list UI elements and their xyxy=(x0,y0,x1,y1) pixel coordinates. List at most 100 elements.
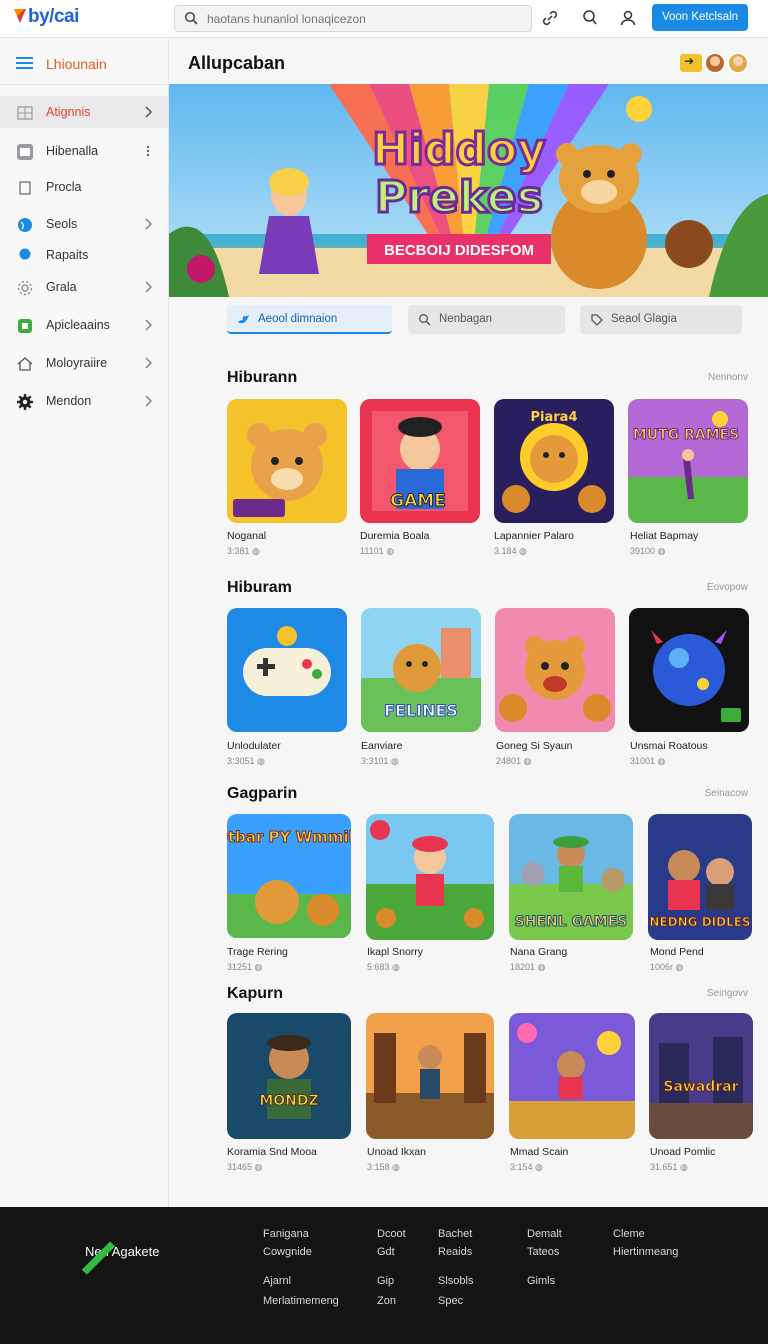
sidebar-item-atignnis[interactable]: Atignnis xyxy=(0,96,168,128)
gear-icon xyxy=(17,394,33,410)
footer-link[interactable]: Spec xyxy=(438,1295,463,1307)
filter-pill-nenbagan[interactable]: Nenbagan xyxy=(408,305,565,334)
game-tile[interactable]: FELINES xyxy=(361,608,481,732)
game-title[interactable]: Mmad Scain xyxy=(510,1146,568,1158)
primary-cta-button[interactable]: Voon Ketclsaln xyxy=(652,4,748,31)
sidebar-item-mendon[interactable]: Mendon xyxy=(0,385,168,417)
logo[interactable]: by/cai xyxy=(14,6,79,28)
avatar[interactable] xyxy=(727,52,749,74)
game-tile[interactable]: MUTG RAMES xyxy=(628,399,748,523)
filter-pill-seaol[interactable]: Seaol Glagia xyxy=(580,305,742,334)
footer-link[interactable]: Demalt xyxy=(527,1228,562,1240)
game-title[interactable]: Lapannier Palaro xyxy=(494,530,574,542)
sidebar-item-grala[interactable]: Grala xyxy=(0,271,168,303)
sidebar-item-procla[interactable]: Procla xyxy=(0,171,168,203)
sidebar-item-seols[interactable]: Seols xyxy=(0,208,168,240)
footer-link[interactable]: Fanigana xyxy=(263,1228,309,1240)
game-title[interactable]: Koramia Snd Mooa xyxy=(227,1146,317,1158)
footer-link[interactable]: Tateos xyxy=(527,1246,559,1258)
search-input[interactable] xyxy=(207,10,517,28)
game-title[interactable]: Eanviare xyxy=(361,740,402,752)
game-tile[interactable] xyxy=(227,399,347,523)
footer-link[interactable]: Merlatimemeng xyxy=(263,1295,339,1307)
footer-logo[interactable]: Nen Agakete xyxy=(81,1241,159,1275)
game-tile[interactable] xyxy=(366,814,494,940)
game-title[interactable]: Nana Grang xyxy=(510,946,567,958)
footer-link[interactable]: Slsobls xyxy=(438,1275,473,1287)
footer-link[interactable]: Ajarnl xyxy=(263,1275,291,1287)
game-title[interactable]: Duremia Boala xyxy=(360,530,429,542)
avatar[interactable] xyxy=(704,52,726,74)
footer-link[interactable]: Zon xyxy=(377,1295,396,1307)
game-meta: 11101 ◍ xyxy=(360,546,395,556)
game-tile[interactable] xyxy=(227,608,347,732)
game-tile[interactable]: NEDNG DIDLES xyxy=(648,814,752,940)
game-tile[interactable] xyxy=(509,1013,635,1139)
game-title[interactable]: Mond Pend xyxy=(650,946,704,958)
banner-headline-2: Prekes xyxy=(375,172,543,223)
game-meta: 31251 ◍ xyxy=(227,962,263,972)
footer-link[interactable]: Gip xyxy=(377,1275,394,1287)
link-icon[interactable] xyxy=(540,8,560,28)
game-thumbnail xyxy=(629,608,749,732)
grid-icon xyxy=(17,106,33,120)
game-thumbnail xyxy=(495,608,615,732)
sidebar-item-moloyraiire[interactable]: Moloyraiire xyxy=(0,347,168,379)
filter-pill-aeool[interactable]: Aeool dimnaion xyxy=(227,305,392,334)
sidebar-item-label: Hibenalla xyxy=(46,144,99,158)
sidebar-item-apicleaains[interactable]: Apicleaains xyxy=(0,309,168,341)
search-icon[interactable] xyxy=(580,8,600,28)
footer-link[interactable]: Reaids xyxy=(438,1246,472,1258)
more-vertical-icon[interactable] xyxy=(143,144,153,158)
game-title[interactable]: Unsmai Roatous xyxy=(630,740,708,752)
game-title[interactable]: Trage Rering xyxy=(227,946,288,958)
section-see-more-link[interactable]: Eovopow xyxy=(707,582,748,593)
game-tile[interactable]: SHENL GAMES xyxy=(509,814,633,940)
sidebar-item-rapaits[interactable]: Rapaits xyxy=(0,239,168,271)
footer-link[interactable]: Gdt xyxy=(377,1246,395,1258)
game-tile[interactable]: Piara4 xyxy=(494,399,614,523)
search-box[interactable] xyxy=(174,5,532,32)
game-tile[interactable]: Dotbar PY Wmmiles xyxy=(227,814,351,938)
game-title[interactable]: Unoad Ikxan xyxy=(367,1146,426,1158)
section-see-more-link[interactable]: Seinacow xyxy=(705,788,748,799)
game-thumbnail: Sawadrar xyxy=(649,1013,753,1139)
game-meta: 1006r ◍ xyxy=(650,962,684,972)
sidebar-header[interactable]: Lhiounain xyxy=(0,39,168,85)
section-title: Hiburam xyxy=(227,579,292,596)
game-meta: 3:158 ◍ xyxy=(367,1162,400,1172)
game-title[interactable]: Ikapl Snorry xyxy=(367,946,423,958)
section-see-more-link[interactable]: Nennonv xyxy=(708,372,748,383)
section-see-more-link[interactable]: Seingovv xyxy=(707,988,748,999)
game-thumbnail: MUTG RAMES xyxy=(628,399,748,523)
game-meta: 5:683 ◍ xyxy=(367,962,400,972)
game-title[interactable]: Unlodulater xyxy=(227,740,281,752)
section-title: Hiburann xyxy=(227,369,298,386)
sidebar-item-hibenalla[interactable]: Hibenalla xyxy=(0,135,168,167)
hero-banner[interactable]: Hiddoy Prekes BECBOIJ DIDESFOM xyxy=(169,84,768,297)
footer-link[interactable]: Gimls xyxy=(527,1275,555,1287)
footer-link[interactable]: Dcoot xyxy=(377,1228,406,1240)
footer-link[interactable]: Cowgnide xyxy=(263,1246,312,1258)
game-tile[interactable]: GAME xyxy=(360,399,480,523)
footer-link[interactable]: Cleme xyxy=(613,1228,645,1240)
game-title[interactable]: Noganal xyxy=(227,530,266,542)
footer-link[interactable]: Hiertinmeang xyxy=(613,1246,678,1258)
game-meta: 39100 ◍ xyxy=(630,546,666,556)
game-title[interactable]: Goneg Si Syaun xyxy=(496,740,572,752)
game-tile[interactable] xyxy=(366,1013,494,1139)
game-tile[interactable]: Sawadrar xyxy=(649,1013,753,1139)
game-tile[interactable] xyxy=(495,608,615,732)
game-meta: 24801 ◍ xyxy=(496,756,532,766)
game-tile[interactable] xyxy=(629,608,749,732)
game-tile[interactable]: MONDZ xyxy=(227,1013,351,1139)
footer-link[interactable]: Bachet xyxy=(438,1228,472,1240)
game-title[interactable]: Heliat Bapmay xyxy=(630,530,698,542)
user-icon[interactable] xyxy=(618,8,638,28)
arrow-badge-icon[interactable] xyxy=(680,54,702,72)
hamburger-icon[interactable] xyxy=(16,57,33,69)
game-meta: 18201 ◍ xyxy=(510,962,546,972)
game-title[interactable]: Unoad Pomlic xyxy=(650,1146,715,1158)
game-thumbnail: FELINES xyxy=(361,608,481,732)
banner-ribbon: BECBOIJ DIDESFOM xyxy=(384,242,534,259)
